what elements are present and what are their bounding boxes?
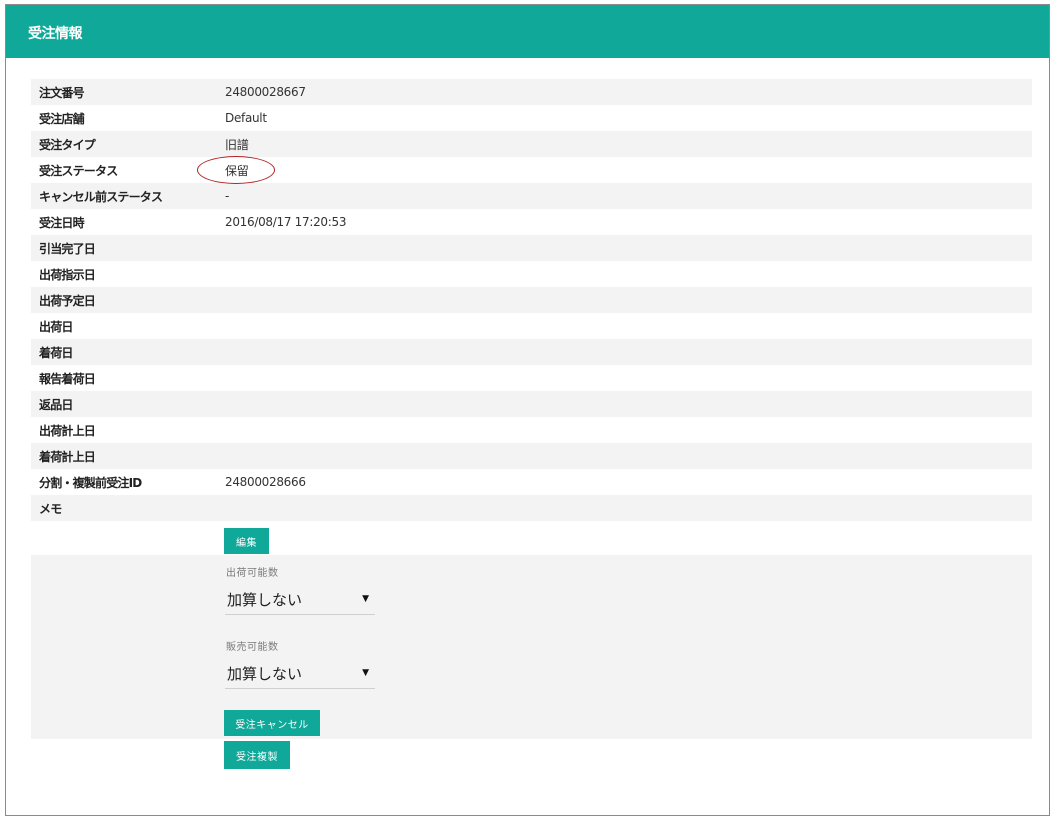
detail-row-arrival-date: 着荷日	[31, 339, 1032, 365]
detail-label: 受注日時	[39, 215, 85, 230]
detail-row-order-number: 注文番号 24800028667	[31, 79, 1032, 105]
order-details-table: 注文番号 24800028667 受注店舗 Default 受注タイプ 旧譜 受注ステ…	[31, 79, 1032, 521]
detail-label: 引当完了日	[39, 241, 96, 256]
order-duplicate-button[interactable]: 受注複製	[224, 741, 290, 769]
detail-label: 出荷日	[39, 319, 73, 334]
detail-label: 報告着荷日	[39, 371, 96, 386]
sellable-qty-select[interactable]: 加算しない ▼	[225, 659, 375, 689]
detail-value: 旧譜	[225, 137, 249, 152]
detail-value: 24800028667	[225, 85, 306, 99]
detail-row-order-datetime: 受注日時 2016/08/17 17:20:53	[31, 209, 1032, 235]
order-info-panel: 受注情報 注文番号 24800028667 受注店舗 Default 受注タイプ 旧譜…	[5, 4, 1050, 816]
detail-row-reported-arrival-date: 報告着荷日	[31, 365, 1032, 391]
detail-label: メモ	[39, 501, 62, 516]
detail-label: 受注タイプ	[39, 137, 96, 152]
status-highlight-circle	[197, 156, 275, 184]
detail-label: 出荷予定日	[39, 293, 96, 308]
detail-row-return-date: 返品日	[31, 391, 1032, 417]
detail-row-order-status: 受注ステータス 保留	[31, 157, 1032, 183]
detail-row-ship-date: 出荷日	[31, 313, 1032, 339]
dropdown-arrow-icon: ▼	[362, 668, 369, 678]
detail-value: 2016/08/17 17:20:53	[225, 215, 347, 229]
detail-label: 受注ステータス	[39, 163, 118, 178]
detail-label: キャンセル前ステータス	[39, 189, 163, 204]
detail-value: 24800028666	[225, 475, 306, 489]
detail-label: 出荷指示日	[39, 267, 96, 282]
order-cancel-button[interactable]: 受注キャンセル	[224, 710, 320, 736]
detail-label: 着荷日	[39, 345, 73, 360]
panel-header: 受注情報	[6, 5, 1049, 58]
sellable-qty-label: 販売可能数	[226, 642, 279, 653]
detail-label: 出荷計上日	[39, 423, 96, 438]
detail-row-store: 受注店舗 Default	[31, 105, 1032, 131]
shippable-qty-label: 出荷可能数	[226, 568, 279, 579]
detail-label: 注文番号	[39, 85, 85, 100]
detail-row-allocation-date: 引当完了日	[31, 235, 1032, 261]
detail-row-pre-cancel-status: キャンセル前ステータス -	[31, 183, 1032, 209]
dropdown-arrow-icon: ▼	[362, 594, 369, 604]
action-area	[31, 555, 1032, 739]
detail-label: 受注店舗	[39, 111, 85, 126]
detail-label: 返品日	[39, 397, 73, 412]
detail-label: 分割・複製前受注ID	[39, 475, 142, 490]
shippable-qty-selected: 加算しない	[227, 591, 303, 609]
detail-value: -	[225, 189, 230, 203]
detail-label: 着荷計上日	[39, 449, 96, 464]
detail-row-memo: メモ	[31, 495, 1032, 521]
detail-row-arrival-booking-date: 着荷計上日	[31, 443, 1032, 469]
edit-button[interactable]: 編集	[224, 528, 269, 554]
shippable-qty-select[interactable]: 加算しない ▼	[225, 585, 375, 615]
detail-row-order-type: 受注タイプ 旧譜	[31, 131, 1032, 157]
sellable-qty-selected: 加算しない	[227, 665, 303, 683]
detail-row-source-order-id: 分割・複製前受注ID 24800028666	[31, 469, 1032, 495]
detail-row-ship-booking-date: 出荷計上日	[31, 417, 1032, 443]
detail-row-ship-scheduled-date: 出荷予定日	[31, 287, 1032, 313]
panel-title: 受注情報	[28, 26, 83, 42]
detail-row-ship-instruction-date: 出荷指示日	[31, 261, 1032, 287]
detail-value: Default	[225, 111, 267, 125]
